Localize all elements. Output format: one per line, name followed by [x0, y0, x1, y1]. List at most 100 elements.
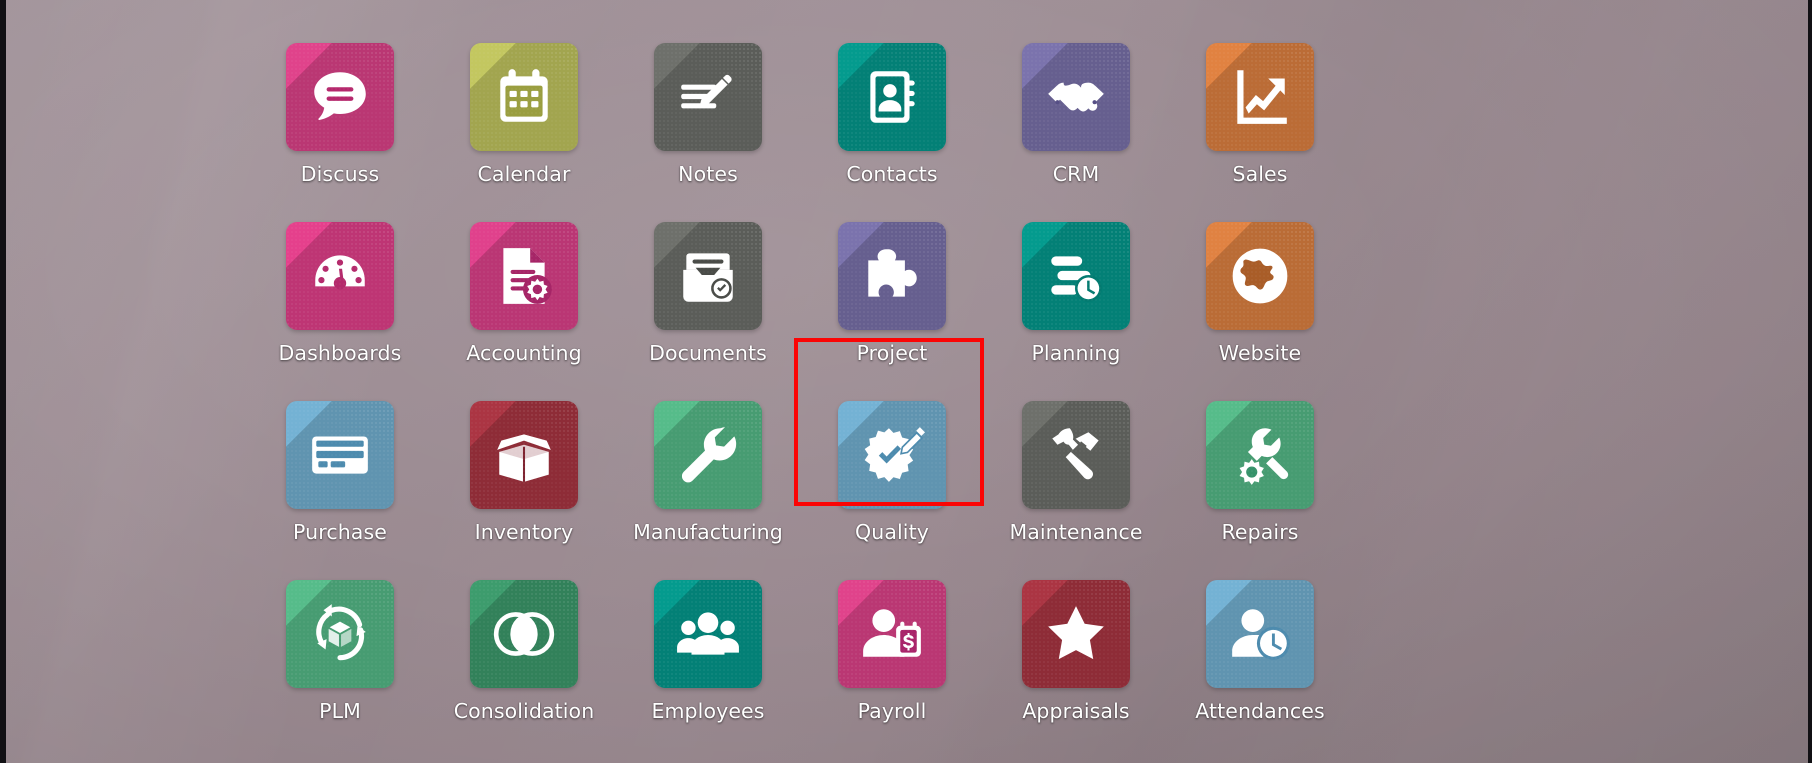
- app-tile[interactable]: [1022, 43, 1130, 151]
- app-label: Website: [1218, 341, 1302, 365]
- open-box-icon: [491, 422, 557, 488]
- app-tile[interactable]: [654, 580, 762, 688]
- app-tile[interactable]: [1022, 222, 1130, 330]
- app-label: Notes: [678, 162, 738, 186]
- app-label: Project: [856, 341, 928, 365]
- app-label: CRM: [1052, 162, 1100, 186]
- app-label: Maintenance: [1009, 520, 1143, 544]
- app-tile[interactable]: [286, 401, 394, 509]
- app-item-consolidation[interactable]: Consolidation: [432, 567, 616, 746]
- app-tile[interactable]: [470, 580, 578, 688]
- app-label: Contacts: [846, 162, 938, 186]
- app-label: Payroll: [857, 699, 927, 723]
- app-item-purchase[interactable]: Purchase: [248, 388, 432, 567]
- app-label: Documents: [649, 341, 767, 365]
- app-item-dashboards[interactable]: Dashboards: [248, 209, 432, 388]
- window-edge-bar-right: [1808, 0, 1812, 763]
- app-label: Consolidation: [453, 699, 595, 723]
- app-label: Repairs: [1221, 520, 1299, 544]
- app-item-appraisals[interactable]: Appraisals: [984, 567, 1168, 746]
- app-item-employees[interactable]: Employees: [616, 567, 800, 746]
- venn-circles-icon: [491, 601, 557, 667]
- hammer-screwdriver-icon: [1043, 422, 1109, 488]
- app-item-contacts[interactable]: Contacts: [800, 30, 984, 209]
- wrench-icon: [675, 422, 741, 488]
- app-tile[interactable]: [1206, 222, 1314, 330]
- badge-check-pen-icon: [859, 422, 925, 488]
- handshake-icon: [1043, 64, 1109, 130]
- app-label: Quality: [855, 520, 929, 544]
- app-tile[interactable]: [286, 580, 394, 688]
- app-label: Purchase: [293, 520, 387, 544]
- app-label: Manufacturing: [633, 520, 783, 544]
- app-tile[interactable]: [838, 43, 946, 151]
- app-tile[interactable]: [654, 222, 762, 330]
- app-tile[interactable]: [1206, 401, 1314, 509]
- app-label: Dashboards: [278, 341, 402, 365]
- app-item-crm[interactable]: CRM: [984, 30, 1168, 209]
- apps-grid: Discuss Calendar Notes Contacts CRM Sales Dash…: [248, 30, 1568, 746]
- people-group-icon: [675, 601, 741, 667]
- app-tile[interactable]: [470, 222, 578, 330]
- app-tile[interactable]: [838, 580, 946, 688]
- gauge-icon: [307, 243, 373, 309]
- app-tile[interactable]: [1206, 43, 1314, 151]
- app-tile[interactable]: [838, 401, 946, 509]
- app-label: Employees: [651, 699, 765, 723]
- file-tray-check-icon: [675, 243, 741, 309]
- recycle-box-icon: [307, 601, 373, 667]
- app-item-project[interactable]: Project: [800, 209, 984, 388]
- half-star-icon: [1043, 601, 1109, 667]
- app-item-documents[interactable]: Documents: [616, 209, 800, 388]
- address-book-icon: [859, 64, 925, 130]
- chart-growth-icon: [1227, 64, 1293, 130]
- document-gear-icon: [491, 243, 557, 309]
- window-edge-bar-left: [0, 0, 6, 763]
- credit-card-icon: [307, 422, 373, 488]
- calendar-icon: [491, 64, 557, 130]
- app-item-maintenance[interactable]: Maintenance: [984, 388, 1168, 567]
- app-tile[interactable]: [838, 222, 946, 330]
- app-label: PLM: [319, 699, 361, 723]
- person-clock-icon: [1227, 601, 1293, 667]
- app-tile[interactable]: [654, 401, 762, 509]
- chat-bubble-icon: [307, 64, 373, 130]
- app-label: Attendances: [1195, 699, 1325, 723]
- app-item-quality[interactable]: Quality: [800, 388, 984, 567]
- schedule-clock-icon: [1043, 243, 1109, 309]
- app-tile[interactable]: [286, 43, 394, 151]
- app-label: Discuss: [300, 162, 380, 186]
- app-item-accounting[interactable]: Accounting: [432, 209, 616, 388]
- app-tile[interactable]: [1206, 580, 1314, 688]
- puzzle-piece-icon: [859, 243, 925, 309]
- app-tile[interactable]: [470, 43, 578, 151]
- wrench-gear-icon: [1227, 422, 1293, 488]
- app-item-plm[interactable]: PLM: [248, 567, 432, 746]
- app-label: Calendar: [477, 162, 571, 186]
- app-item-planning[interactable]: Planning: [984, 209, 1168, 388]
- app-item-manufacturing[interactable]: Manufacturing: [616, 388, 800, 567]
- app-item-payroll[interactable]: Payroll: [800, 567, 984, 746]
- app-item-repairs[interactable]: Repairs: [1168, 388, 1352, 567]
- app-tile[interactable]: [1022, 401, 1130, 509]
- person-money-icon: [859, 601, 925, 667]
- app-label: Inventory: [474, 520, 574, 544]
- globe-icon: [1227, 243, 1293, 309]
- app-item-discuss[interactable]: Discuss: [248, 30, 432, 209]
- app-label: Sales: [1232, 162, 1288, 186]
- app-item-calendar[interactable]: Calendar: [432, 30, 616, 209]
- desktop-wallpaper: Discuss Calendar Notes Contacts CRM Sales Dash…: [0, 0, 1812, 763]
- app-tile[interactable]: [654, 43, 762, 151]
- app-label: Planning: [1031, 341, 1121, 365]
- app-item-website[interactable]: Website: [1168, 209, 1352, 388]
- app-tile[interactable]: [470, 401, 578, 509]
- app-item-notes[interactable]: Notes: [616, 30, 800, 209]
- app-tile[interactable]: [286, 222, 394, 330]
- note-pencil-icon: [675, 64, 741, 130]
- app-tile[interactable]: [1022, 580, 1130, 688]
- app-item-attendances[interactable]: Attendances: [1168, 567, 1352, 746]
- app-label: Accounting: [466, 341, 582, 365]
- app-item-inventory[interactable]: Inventory: [432, 388, 616, 567]
- app-label: Appraisals: [1022, 699, 1130, 723]
- app-item-sales[interactable]: Sales: [1168, 30, 1352, 209]
